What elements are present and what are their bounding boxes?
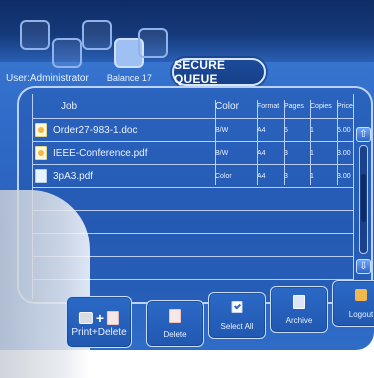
vertical-scrollbar[interactable]: ⇧ ⇩ xyxy=(356,127,371,277)
print-delete-label: Print+Delete xyxy=(71,327,127,338)
archive-label: Archive xyxy=(285,316,313,325)
table-row[interactable]: IEEE-Conference.pdf B/W A4 3 1 3.00 xyxy=(33,142,353,165)
scroll-down-button[interactable]: ⇩ xyxy=(356,259,371,274)
job-name: IEEE-Conference.pdf xyxy=(53,147,148,159)
job-pages: 3 xyxy=(284,149,288,157)
square-icon xyxy=(20,20,50,50)
checkbox-icon xyxy=(231,301,243,313)
user-icon xyxy=(355,289,367,301)
print-delete-button[interactable]: + Print+Delete xyxy=(66,296,132,348)
select-all-icon xyxy=(231,301,243,313)
print-delete-icon: + xyxy=(78,310,120,326)
job-name: 3pA3.pdf xyxy=(53,170,94,182)
job-copies: 1 xyxy=(310,126,314,134)
scroll-thumb[interactable] xyxy=(361,174,366,222)
delete-button[interactable]: Delete xyxy=(146,300,204,347)
table-row[interactable]: Order27-983-1.doc B/W A4 5 1 5.00 xyxy=(33,119,353,142)
job-color: B/W xyxy=(215,126,229,134)
page-title: SECURE QUEUE xyxy=(172,58,266,86)
balance-label: Balance 17 xyxy=(106,73,152,83)
column-header-color: Color xyxy=(215,100,239,112)
archive-doc-icon xyxy=(293,295,305,309)
logo-squares xyxy=(20,10,170,68)
pdf-icon xyxy=(35,169,47,183)
logout-icon xyxy=(355,289,367,301)
square-icon xyxy=(52,38,82,68)
user-label: User:Administrator xyxy=(6,73,89,84)
toolbar: + Print+Delete Delete Select All Archive… xyxy=(66,280,374,356)
column-header-format: Format xyxy=(257,102,280,110)
archive-button[interactable]: Archive xyxy=(270,286,328,333)
doc-icon xyxy=(35,123,47,137)
job-format: A4 xyxy=(257,149,266,157)
column-header-price: Price xyxy=(337,102,353,110)
document-icon xyxy=(107,311,120,325)
logout-label: Logout xyxy=(348,310,374,319)
square-icon xyxy=(138,28,168,58)
column-divider xyxy=(337,100,338,185)
arrow-down-icon: ⇩ xyxy=(359,260,368,272)
scroll-up-button[interactable]: ⇧ xyxy=(356,127,371,142)
delete-icon xyxy=(169,309,181,323)
job-format: A4 xyxy=(257,126,266,134)
table-row-empty xyxy=(33,188,353,211)
job-pages: 5 xyxy=(284,126,288,134)
plus-icon: + xyxy=(95,310,105,326)
job-copies: 1 xyxy=(310,172,314,180)
document-icon xyxy=(169,309,181,323)
column-divider xyxy=(284,100,285,185)
logout-button[interactable]: Logout xyxy=(332,280,374,327)
job-name: Order27-983-1.doc xyxy=(53,124,138,136)
user-info: User:Administrator Balance 17 xyxy=(6,73,152,84)
select-all-button[interactable]: Select All xyxy=(208,292,266,339)
job-pages: 3 xyxy=(284,172,288,180)
column-divider xyxy=(215,100,216,185)
delete-label: Delete xyxy=(163,330,187,339)
scroll-track[interactable] xyxy=(359,145,368,254)
doc-icon xyxy=(35,146,47,160)
job-color: Color xyxy=(215,172,232,180)
job-format: A4 xyxy=(257,172,266,180)
job-copies: 1 xyxy=(310,149,314,157)
column-header-copies: Copies xyxy=(310,102,332,110)
column-divider xyxy=(310,100,311,185)
job-color: B/W xyxy=(215,149,229,157)
table-header-row: Job Color Format Pages Copies Price xyxy=(33,94,353,119)
select-all-label: Select All xyxy=(220,322,254,331)
column-header-pages: Pages xyxy=(284,102,304,110)
archive-icon xyxy=(293,295,305,309)
column-divider xyxy=(257,100,258,185)
square-icon xyxy=(82,20,112,50)
arrow-up-icon: ⇧ xyxy=(359,128,368,140)
printer-icon xyxy=(78,312,93,324)
table-row[interactable]: 3pA3.pdf Color A4 3 1 3.00 xyxy=(33,165,353,188)
column-header-job: Job xyxy=(61,100,78,112)
header-bar xyxy=(0,0,374,68)
